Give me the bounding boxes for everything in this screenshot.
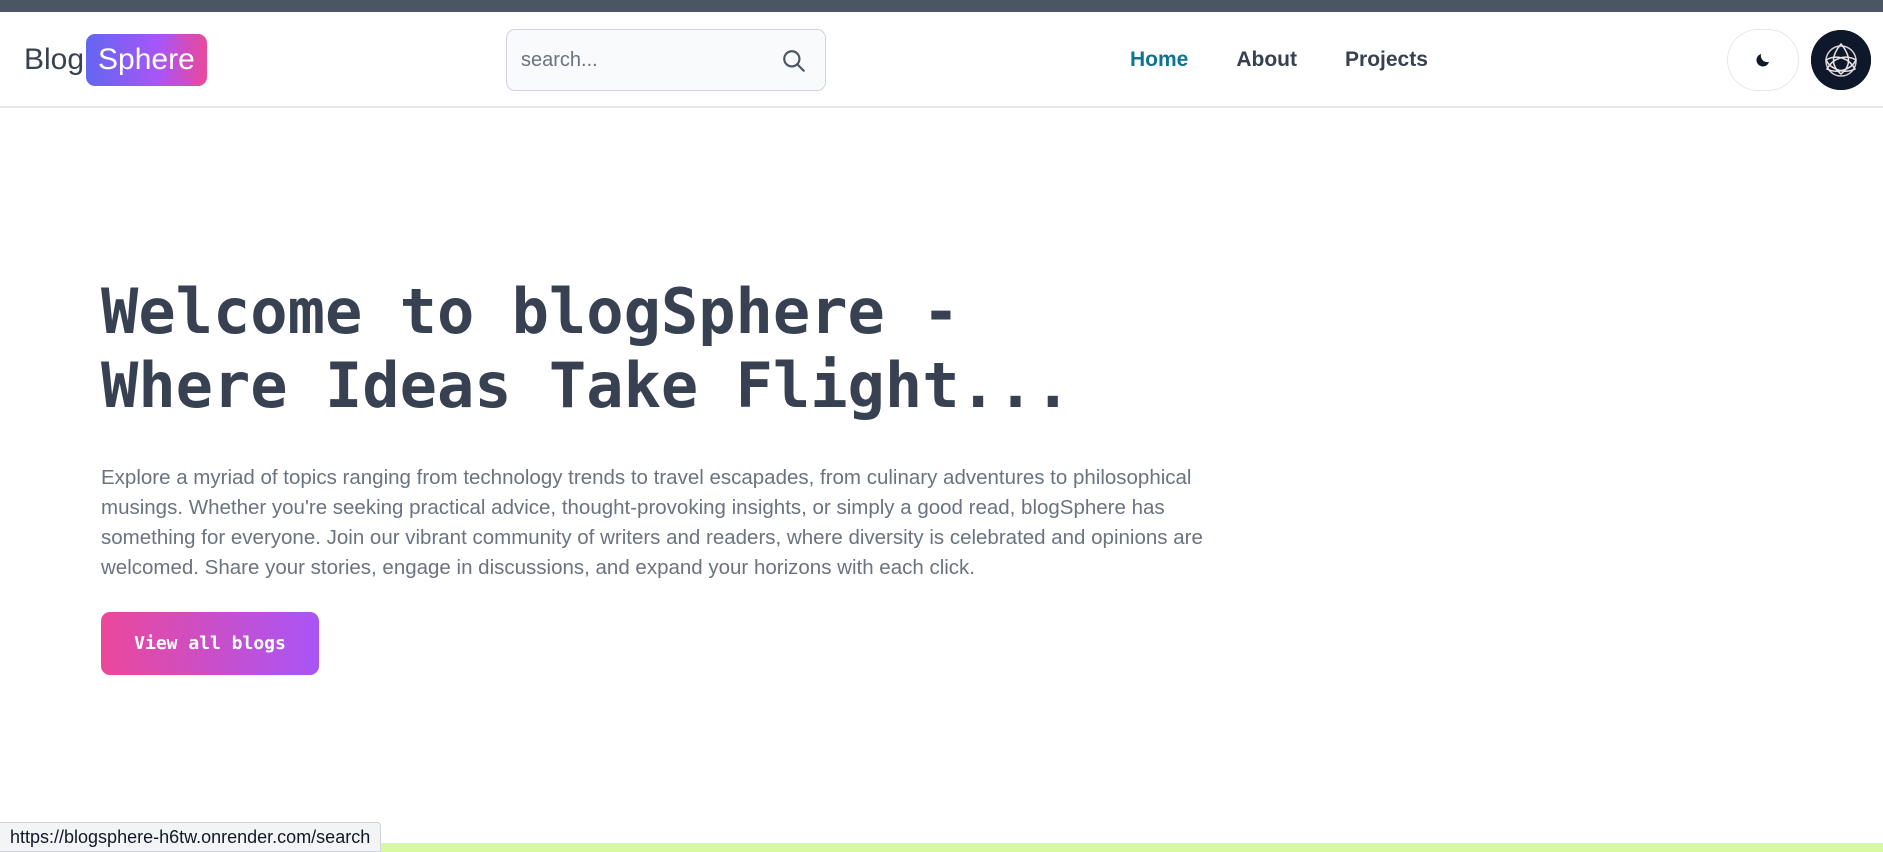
brand-logo-text-sphere: Sphere	[86, 34, 207, 86]
view-all-blogs-button[interactable]: View all blogs	[101, 612, 319, 675]
brand-logo-text-blog: Blog	[24, 43, 85, 76]
browser-top-strip	[0, 0, 1883, 12]
nav-home-link[interactable]: Home	[1130, 48, 1188, 72]
user-avatar[interactable]	[1811, 30, 1871, 90]
nav-about-link[interactable]: About	[1236, 48, 1297, 72]
main-nav: Home About Projects	[1130, 48, 1428, 72]
search-box	[506, 29, 826, 91]
hero-description: Explore a myriad of topics ranging from …	[101, 466, 1203, 579]
search-icon[interactable]	[781, 48, 807, 74]
triquetra-avatar-icon	[1811, 30, 1871, 90]
nav-projects-link[interactable]: Projects	[1345, 48, 1428, 72]
theme-toggle-button[interactable]	[1727, 29, 1799, 91]
hero-section: Welcome to blogSphere - Where Ideas Take…	[101, 275, 1251, 583]
brand-logo[interactable]: Blog Sphere	[24, 34, 207, 86]
status-bar-url: https://blogsphere-h6tw.onrender.com/sea…	[0, 822, 382, 852]
hero-title: Welcome to blogSphere - Where Ideas Take…	[101, 275, 1072, 422]
search-input[interactable]	[521, 30, 771, 90]
navbar: Blog Sphere Home About Projects	[0, 12, 1883, 108]
moon-icon	[1756, 54, 1769, 67]
